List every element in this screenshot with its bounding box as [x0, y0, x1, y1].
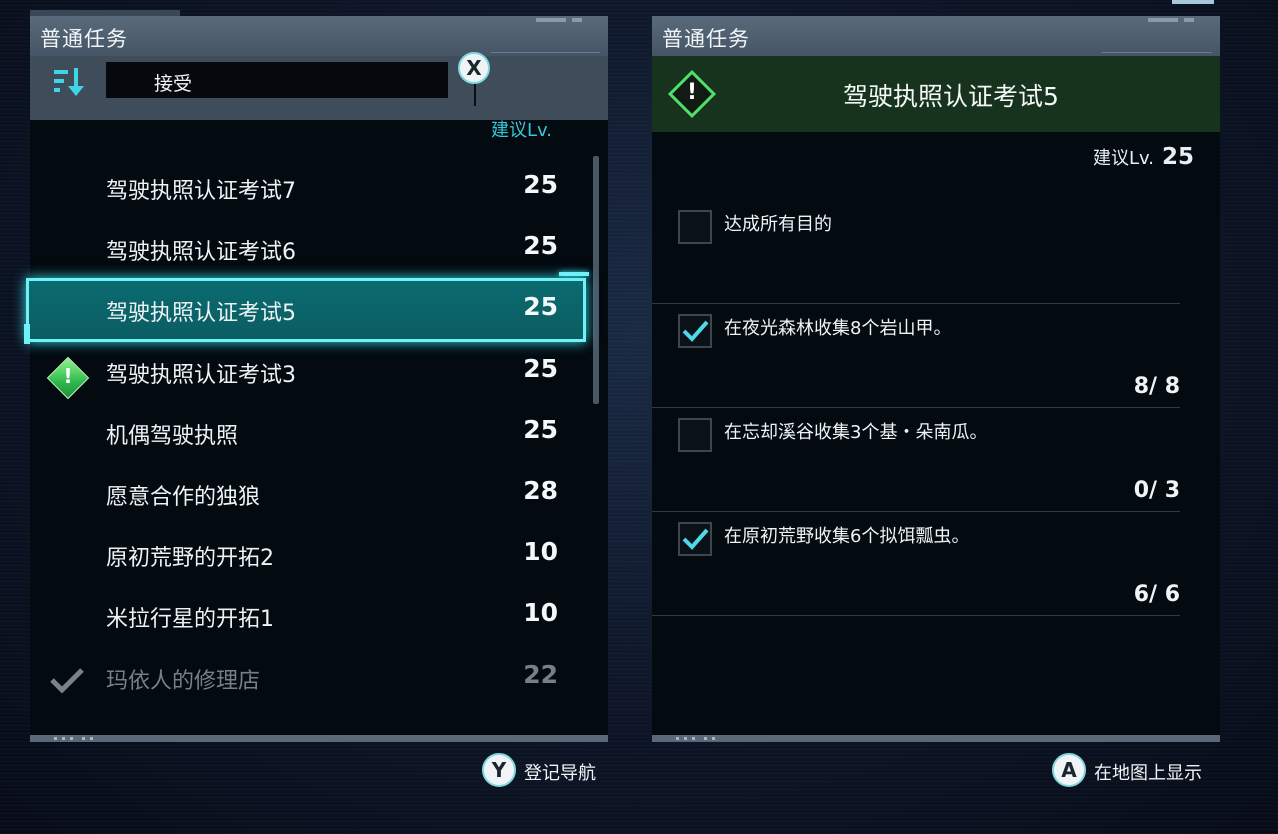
quest-row[interactable]: 机偶驾驶执照 25	[30, 407, 590, 461]
header-decoration	[490, 44, 600, 53]
objective-divider	[652, 511, 1180, 512]
panel-header: 普通任务	[30, 16, 608, 56]
objective-checkbox[interactable]	[678, 314, 712, 348]
panel-footer	[652, 735, 1220, 742]
y-button-icon: Y	[482, 753, 516, 787]
quest-level: 22	[523, 660, 558, 689]
quest-title: 驾驶执照认证考试5	[843, 82, 1059, 111]
quest-row-selected[interactable]: 驾驶执照认证考试5 25	[30, 284, 590, 338]
objective-progress: 6/ 6	[1133, 582, 1180, 607]
quest-name: 愿意合作的独狼	[106, 485, 261, 510]
quest-level: 25	[523, 292, 558, 321]
header-decoration	[1102, 44, 1212, 53]
recommended-level: 建议Lv. 25	[1093, 144, 1194, 170]
quest-level: 25	[523, 170, 558, 199]
quest-row[interactable]: 驾驶执照认证考试7 25	[30, 162, 590, 216]
quest-row[interactable]: 驾驶执照认证考试6 25	[30, 223, 590, 277]
list-toolbar: 接受	[30, 56, 608, 120]
decor-bar	[1172, 0, 1214, 4]
quest-level: 28	[523, 476, 558, 505]
quest-name: 驾驶执照认证考试6	[106, 240, 296, 265]
filter-dropdown[interactable]: 接受	[106, 62, 448, 98]
filter-value: 接受	[154, 73, 193, 95]
header-decoration	[536, 18, 600, 24]
checkmark-icon	[682, 528, 709, 550]
quest-list-panel: 普通任务 接受 X 建议Lv. 驾驶执照认证考试7 25 驾驶执照认证考试6 2…	[24, 16, 608, 742]
scrollbar[interactable]	[593, 156, 599, 404]
objective-progress: 0/ 3	[1133, 478, 1180, 503]
objective-text: 在忘却溪谷收集3个基・朵南瓜。	[724, 422, 988, 443]
quest-level: 25	[523, 354, 558, 383]
objective-progress: 8/ 8	[1133, 374, 1180, 399]
hint-label: 在地图上显示	[1094, 763, 1202, 784]
objective-text: 达成所有目的	[724, 214, 832, 235]
header-decoration	[1148, 18, 1212, 24]
recommended-level-label: 建议Lv.	[1092, 148, 1154, 169]
register-navigation-hint[interactable]: Y 登记导航	[482, 753, 622, 789]
objective-checkbox[interactable]	[678, 210, 712, 244]
panel-header: 普通任务	[652, 16, 1220, 56]
quest-row[interactable]: 原初荒野的开拓2 10	[30, 529, 590, 583]
panel-footer	[30, 735, 608, 742]
quest-name: 原初荒野的开拓2	[106, 546, 274, 571]
objective-text: 在原初荒野收集6个拟饵瓢虫。	[724, 526, 970, 547]
objective-item: 达成所有目的	[652, 208, 1180, 304]
objective-item: 在忘却溪谷收集3个基・朵南瓜。 0/ 3	[652, 418, 1180, 510]
quest-name: 米拉行星的开拓1	[106, 607, 274, 632]
sort-button[interactable]	[52, 66, 88, 98]
completed-check-icon	[50, 668, 84, 694]
panel-title: 普通任务	[40, 27, 128, 51]
quest-detail-panel: 普通任务 ! 驾驶执照认证考试5 建议Lv. 25 达成所有目的 在夜光森林收集8…	[652, 16, 1220, 742]
objective-checkbox[interactable]	[678, 418, 712, 452]
quest-row[interactable]: 米拉行星的开拓1 10	[30, 590, 590, 644]
objective-item: 在夜光森林收集8个岩山甲。 8/ 8	[652, 314, 1180, 406]
quest-row[interactable]: ! 驾驶执照认证考试3 25	[30, 346, 590, 400]
new-quest-icon: !	[46, 356, 90, 400]
quest-name: 机偶驾驶执照	[106, 424, 239, 449]
quest-level: 10	[523, 598, 558, 627]
quest-name: 玛依人的修理店	[106, 669, 261, 694]
quest-name: 驾驶执照认证考试3	[106, 363, 296, 388]
objective-checkbox[interactable]	[678, 522, 712, 556]
recommended-level-header: 建议Lv.	[490, 120, 552, 141]
quest-row-completed[interactable]: 玛依人的修理店 22	[30, 652, 590, 706]
quest-name: 驾驶执照认证考试7	[106, 179, 296, 204]
objective-text: 在夜光森林收集8个岩山甲。	[724, 318, 952, 339]
objective-divider	[652, 615, 1180, 616]
objective-divider	[652, 303, 1180, 304]
quest-level: 10	[523, 537, 558, 566]
quest-level: 25	[523, 415, 558, 444]
panel-title: 普通任务	[662, 27, 750, 51]
checkmark-icon	[682, 320, 709, 342]
recommended-level-value: 25	[1161, 144, 1194, 170]
quest-title-banner: ! 驾驶执照认证考试5	[652, 56, 1220, 132]
objective-divider	[652, 407, 1180, 408]
quest-row[interactable]: 愿意合作的独狼 28	[30, 468, 590, 522]
hint-label: 登记导航	[524, 763, 596, 784]
x-button[interactable]: X	[458, 52, 490, 84]
objective-item: 在原初荒野收集6个拟饵瓢虫。 6/ 6	[652, 522, 1180, 614]
quest-name: 驾驶执照认证考试5	[106, 301, 296, 326]
quest-level: 25	[523, 231, 558, 260]
sort-icon	[54, 68, 84, 96]
a-button-icon: A	[1052, 753, 1086, 787]
show-on-map-hint[interactable]: A 在地图上显示	[1052, 753, 1232, 789]
